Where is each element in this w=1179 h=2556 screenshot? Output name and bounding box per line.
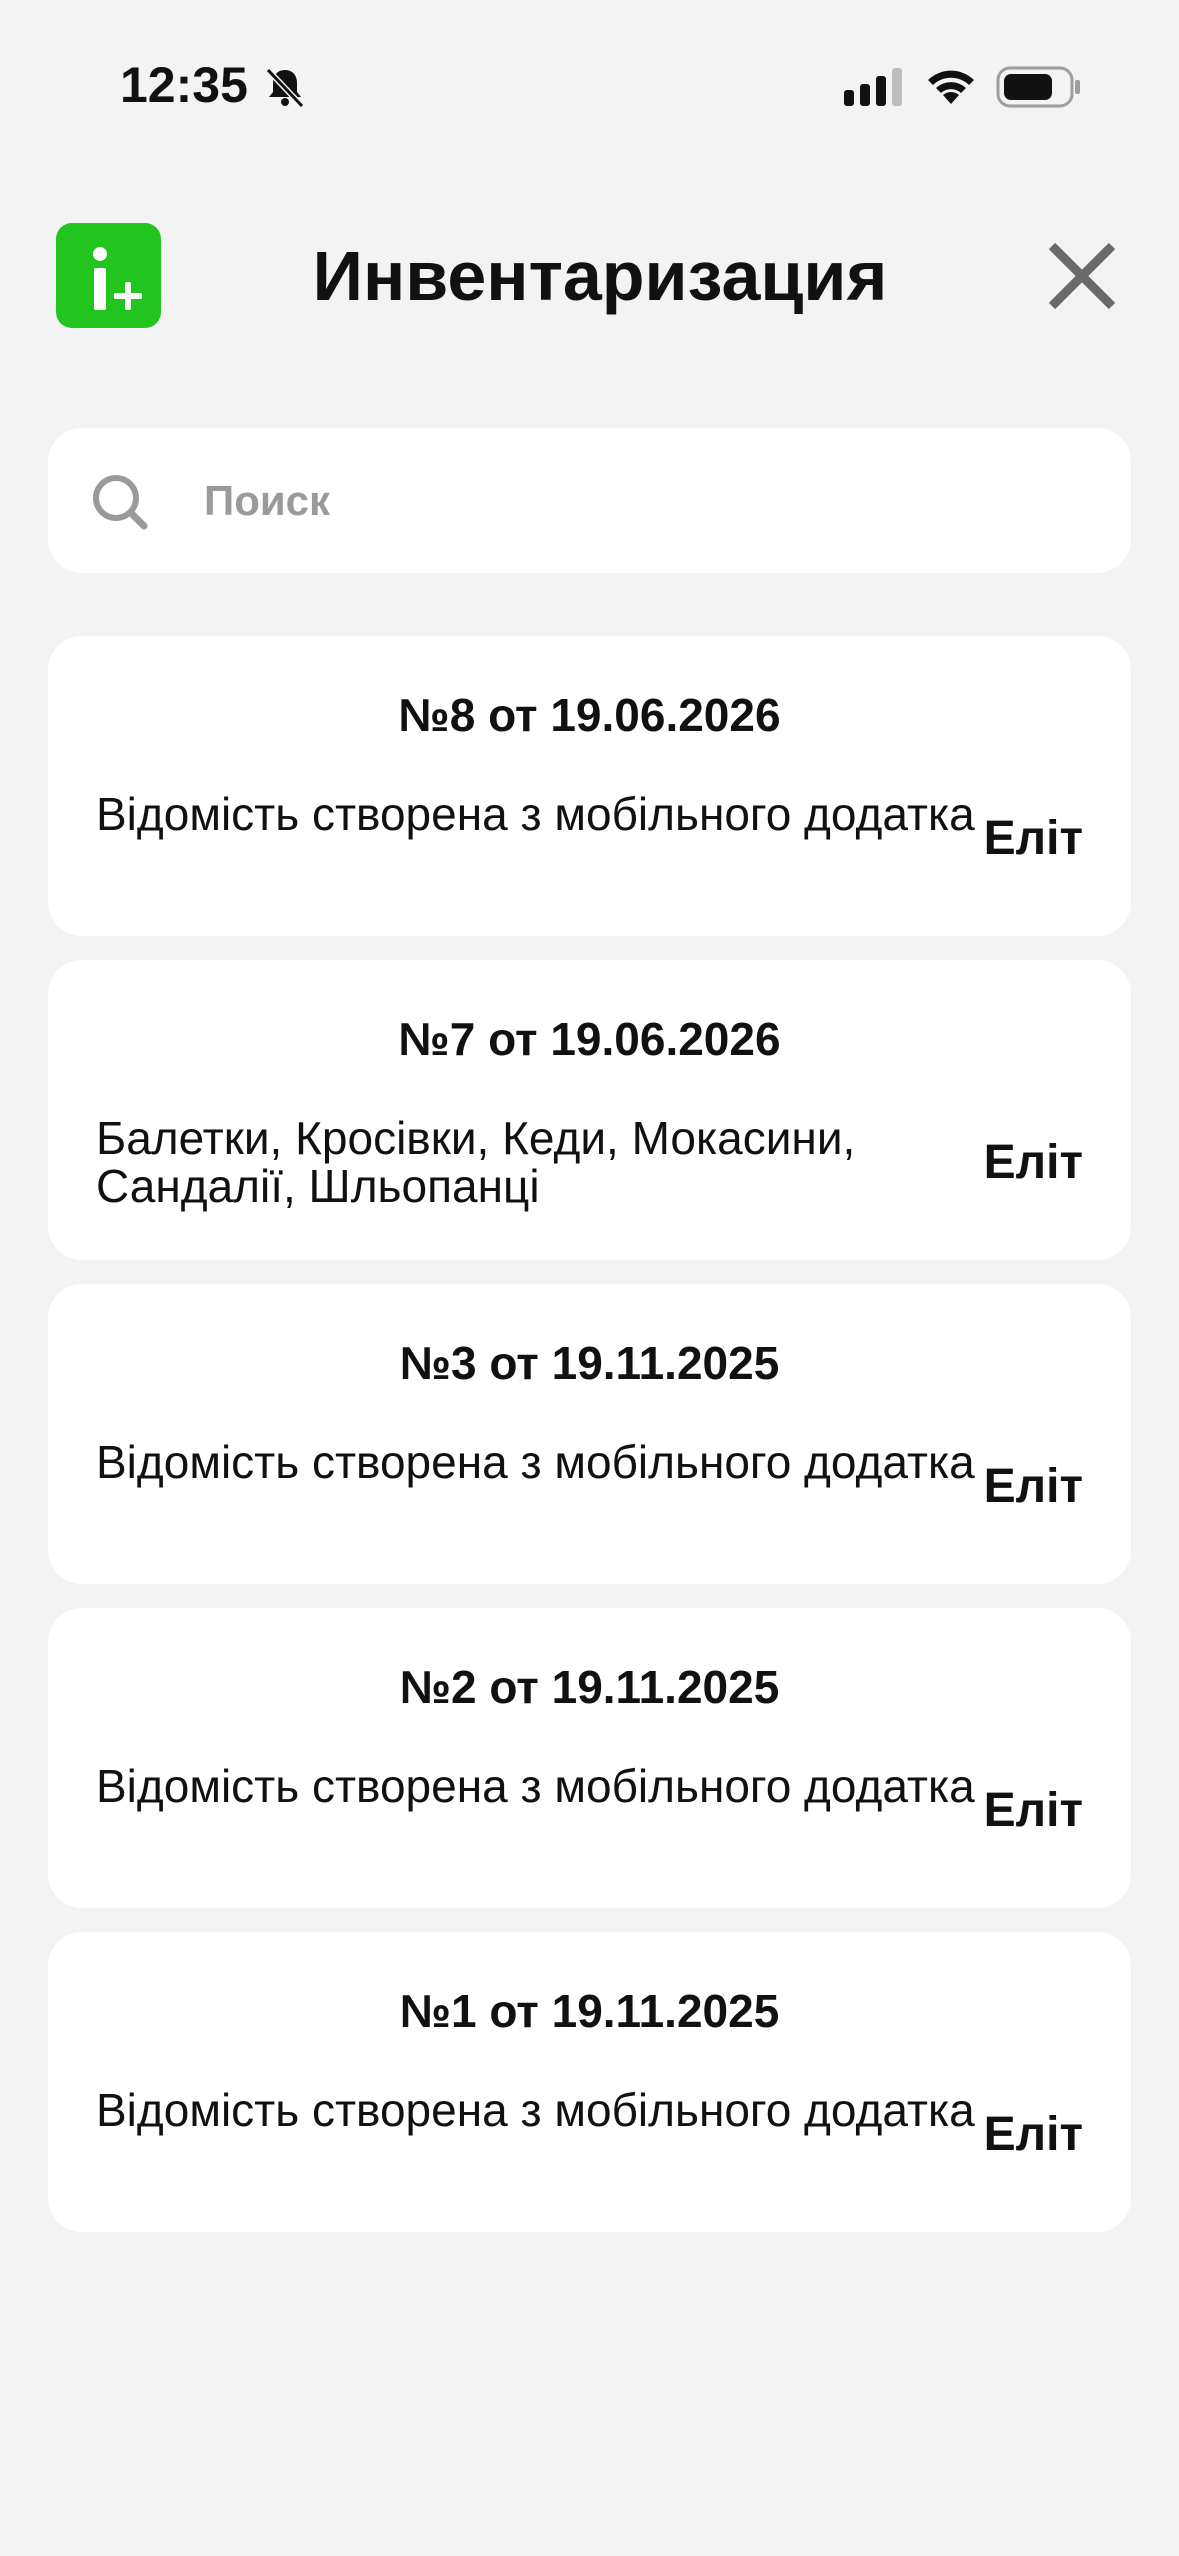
status-bar: 12:35	[0, 0, 1179, 150]
inventory-card-title: №7 от 19.06.2026	[398, 1013, 781, 1065]
inventory-card-store: Еліт	[983, 1136, 1083, 1189]
search-input[interactable]	[204, 428, 1084, 573]
cellular-signal-icon	[844, 68, 902, 106]
wifi-icon	[928, 70, 974, 104]
inventory-card-title: №3 от 19.11.2025	[399, 1337, 780, 1389]
inventory-card-title: №2 от 19.11.2025	[399, 1661, 780, 1713]
app-logo	[56, 223, 161, 328]
inventory-plus-logo-icon	[93, 247, 142, 310]
close-button[interactable]	[1042, 236, 1122, 316]
inventory-card[interactable]: №3 от 19.11.2025 Відомість створена з мо…	[48, 1284, 1131, 1584]
close-icon	[1048, 242, 1116, 310]
bell-muted-icon	[265, 67, 305, 109]
status-time: 12:35	[120, 57, 248, 113]
inventory-card-store: Еліт	[983, 2108, 1083, 2161]
inventory-card-title: №1 от 19.11.2025	[399, 1985, 780, 2037]
inventory-card-store: Еліт	[983, 812, 1083, 865]
inventory-card-description: Відомість створена з мобільного додатка	[96, 1760, 975, 1812]
search-icon	[93, 475, 148, 530]
inventory-card-store: Еліт	[983, 1784, 1083, 1837]
inventory-card[interactable]: №1 от 19.11.2025 Відомість створена з мо…	[48, 1932, 1131, 2232]
inventory-card-description: Відомість створена з мобільного додатка	[96, 1436, 975, 1488]
inventory-card[interactable]: №8 от 19.06.2026 Відомість створена з мо…	[48, 636, 1131, 936]
inventory-card[interactable]: №7 от 19.06.2026 Балетки, Кросівки, Кеди…	[48, 960, 1131, 1260]
inventory-card-description: Відомість створена з мобільного додатка	[96, 788, 975, 840]
inventory-card-description: Відомість створена з мобільного додатка	[96, 2084, 975, 2136]
search-bar[interactable]	[48, 428, 1131, 573]
battery-icon	[996, 66, 1080, 108]
inventory-card-title: №8 от 19.06.2026	[398, 689, 781, 741]
inventory-list: №8 от 19.06.2026 Відомість створена з мо…	[48, 636, 1131, 2256]
inventory-card-description: Балетки, Кросівки, Кеди, Мокасини, Санда…	[96, 1112, 856, 1212]
inventory-card-store: Еліт	[983, 1460, 1083, 1513]
page-title: Инвентаризация	[312, 237, 888, 315]
inventory-card[interactable]: №2 от 19.11.2025 Відомість створена з мо…	[48, 1608, 1131, 1908]
